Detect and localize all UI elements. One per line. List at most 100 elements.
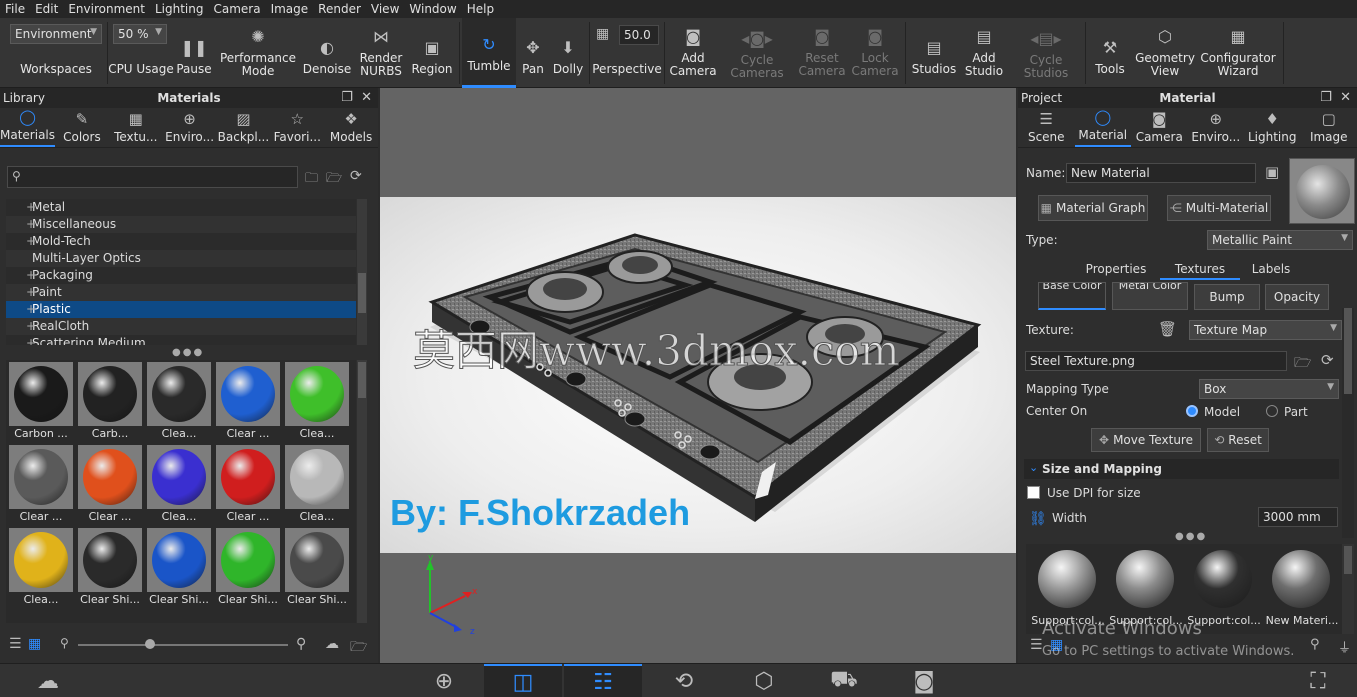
close-icon[interactable]: ✕ bbox=[361, 90, 372, 105]
material-type-select[interactable]: Metallic Paint ▼ bbox=[1207, 230, 1353, 250]
geometry-view-button[interactable]: ⬡ Geometry View bbox=[1134, 18, 1196, 88]
texture-tab-base-color[interactable]: Base Color bbox=[1038, 282, 1106, 310]
perspective-button[interactable]: Perspective bbox=[592, 18, 662, 88]
mapping-type-select[interactable]: Box ▼ bbox=[1199, 379, 1339, 399]
project-toggle-icon[interactable]: ☷ bbox=[564, 664, 642, 697]
tab-textures[interactable]: ▦ Textu... bbox=[109, 108, 163, 147]
tab-lighting[interactable]: ♦ Lighting bbox=[1244, 108, 1301, 147]
tree-item[interactable]: + Plastic bbox=[6, 301, 356, 318]
tab-scene[interactable]: ☰ Scene bbox=[1018, 108, 1075, 147]
tab-materials[interactable]: ◯ Materials bbox=[0, 108, 56, 147]
tree-scrollbar[interactable] bbox=[357, 199, 367, 345]
link-icon[interactable]: ⛓ bbox=[1029, 511, 1047, 527]
menu-view[interactable]: View bbox=[366, 2, 404, 16]
import-icon[interactable]: ⊕ bbox=[420, 664, 468, 697]
menu-render[interactable]: Render bbox=[313, 2, 366, 16]
cloud-upload-icon[interactable]: ☁ bbox=[325, 636, 339, 652]
list-view-icon[interactable]: ☰ bbox=[1030, 637, 1043, 653]
expand-icon[interactable]: + bbox=[26, 301, 36, 318]
tree-item[interactable]: + Packaging bbox=[6, 267, 356, 284]
fullscreen-icon[interactable]: ⛶ bbox=[1296, 664, 1340, 697]
cpu-usage-button[interactable]: CPU Usage bbox=[108, 18, 174, 88]
subtab-labels[interactable]: Labels bbox=[1250, 262, 1292, 280]
cycle-studios-button[interactable]: ◂▤▸ Cycle Studios bbox=[1012, 18, 1080, 88]
menu-window[interactable]: Window bbox=[404, 2, 461, 16]
texture-type-select[interactable]: Texture Map ▼ bbox=[1189, 320, 1342, 340]
material-thumb[interactable]: Clear ... bbox=[9, 445, 73, 525]
material-thumb[interactable]: Clear Shi... bbox=[78, 528, 142, 608]
material-thumb[interactable]: Carbon ... bbox=[9, 362, 73, 442]
expand-icon[interactable]: + bbox=[26, 335, 36, 345]
material-thumb[interactable]: Clear ... bbox=[216, 445, 280, 525]
tab-models[interactable]: ❖ Models bbox=[324, 108, 378, 147]
expand-icon[interactable]: + bbox=[26, 267, 36, 284]
tumble-button[interactable]: ↻ Tumble bbox=[462, 18, 516, 88]
model-icon[interactable]: ⬡ bbox=[742, 664, 786, 697]
thumb-size-slider[interactable] bbox=[78, 644, 288, 646]
material-thumb[interactable]: Clea... bbox=[147, 362, 211, 442]
expand-icon[interactable]: + bbox=[26, 216, 36, 233]
tree-item[interactable]: + Miscellaneous bbox=[6, 216, 356, 233]
splitter-handle[interactable]: ●●● bbox=[172, 347, 204, 358]
add-camera-button[interactable]: ◙ Add Camera bbox=[666, 18, 720, 88]
new-folder-icon[interactable]: 🗀 bbox=[305, 169, 318, 191]
tools-button[interactable]: ⚒ Tools bbox=[1088, 18, 1132, 88]
reset-camera-button[interactable]: ◙ Reset Camera bbox=[794, 18, 850, 88]
tab-camera[interactable]: ◙ Camera bbox=[1131, 108, 1188, 147]
render-nurbs-button[interactable]: ⋈ Render NURBS bbox=[354, 18, 408, 88]
render-icon[interactable]: ⛟ bbox=[822, 664, 866, 697]
library-search-input[interactable]: ⚲ bbox=[7, 166, 298, 188]
screenshot-icon[interactable]: ◙ bbox=[902, 664, 946, 697]
material-name-input[interactable]: New Material bbox=[1066, 163, 1256, 183]
filter-icon[interactable]: ⏚ bbox=[1338, 637, 1351, 656]
menu-file[interactable]: File bbox=[0, 2, 30, 16]
width-input[interactable]: 3000 mm bbox=[1258, 507, 1338, 527]
move-texture-button[interactable]: ✥ Move Texture bbox=[1091, 428, 1201, 452]
region-button[interactable]: ▣ Region bbox=[408, 18, 456, 88]
material-thumb[interactable]: Clea... bbox=[9, 528, 73, 608]
expand-icon[interactable]: + bbox=[26, 284, 36, 301]
tree-item[interactable]: Multi-Layer Optics bbox=[6, 250, 356, 267]
material-thumb[interactable]: Clear Shi... bbox=[285, 528, 349, 608]
zoom-in-icon[interactable]: ⚲ bbox=[296, 636, 306, 652]
material-thumb[interactable]: Clear ... bbox=[78, 445, 142, 525]
tree-item[interactable]: + Metal bbox=[6, 199, 356, 216]
lock-camera-button[interactable]: ◙ Lock Camera bbox=[850, 18, 900, 88]
texture-tab-opacity[interactable]: Opacity bbox=[1265, 284, 1329, 310]
tree-item[interactable]: + Mold-Tech bbox=[6, 233, 356, 250]
pause-button[interactable]: ❚❚ Pause bbox=[174, 18, 214, 88]
denoise-button[interactable]: ◐ Denoise bbox=[300, 18, 354, 88]
close-icon[interactable]: ✕ bbox=[1340, 90, 1351, 105]
material-graph-button[interactable]: ▦ Material Graph bbox=[1038, 195, 1148, 221]
float-icon[interactable]: ❐ bbox=[1320, 90, 1332, 105]
menu-help[interactable]: Help bbox=[462, 2, 499, 16]
material-thumb[interactable]: Clear Shi... bbox=[216, 528, 280, 608]
open-folder-icon[interactable]: 🗁 bbox=[1294, 352, 1311, 376]
material-thumb[interactable]: Carb... bbox=[78, 362, 142, 442]
material-thumb[interactable]: Clea... bbox=[147, 445, 211, 525]
project-thumbs-scrollbar[interactable] bbox=[1342, 544, 1354, 634]
tab-material[interactable]: ◯ Material bbox=[1074, 108, 1131, 147]
use-dpi-checkbox[interactable] bbox=[1027, 486, 1040, 499]
dolly-button[interactable]: ⬇ Dolly bbox=[550, 18, 586, 88]
subtab-textures[interactable]: Textures bbox=[1160, 262, 1240, 280]
properties-scrollbar[interactable] bbox=[1342, 308, 1354, 538]
thumb-scrollbar[interactable] bbox=[357, 360, 367, 623]
menu-environment[interactable]: Environment bbox=[63, 2, 150, 16]
tree-item[interactable]: + RealCloth bbox=[6, 318, 356, 335]
texture-file-input[interactable]: Steel Texture.png bbox=[1025, 351, 1287, 371]
radio-part[interactable] bbox=[1266, 405, 1278, 417]
radio-model[interactable] bbox=[1186, 405, 1198, 417]
splitter-handle[interactable]: ●●● bbox=[1175, 531, 1207, 542]
material-thumb[interactable]: Clear Shi... bbox=[147, 528, 211, 608]
tree-item[interactable]: + Scattering Medium bbox=[6, 335, 356, 345]
tab-backplates[interactable]: ▨ Backpl... bbox=[217, 108, 271, 147]
float-icon[interactable]: ❐ bbox=[341, 90, 353, 105]
material-thumb[interactable]: Clea... bbox=[285, 445, 349, 525]
cycle-cameras-button[interactable]: ◂◙▸ Cycle Cameras bbox=[724, 18, 790, 88]
trash-icon[interactable]: 🗑 bbox=[1158, 320, 1177, 338]
save-icon[interactable]: ▣ bbox=[1265, 163, 1279, 181]
expand-icon[interactable]: + bbox=[26, 233, 36, 250]
expand-icon[interactable]: + bbox=[26, 318, 36, 335]
multi-material-button[interactable]: ⋲ Multi-Material bbox=[1167, 195, 1271, 221]
